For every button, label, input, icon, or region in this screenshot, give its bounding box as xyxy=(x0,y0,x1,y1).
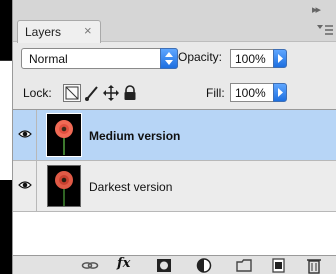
visibility-toggle[interactable] xyxy=(13,161,37,211)
opacity-slider-button[interactable] xyxy=(273,49,287,68)
trash-icon[interactable] xyxy=(305,257,323,274)
lock-position-move-icon[interactable] xyxy=(102,84,120,102)
close-icon[interactable]: × xyxy=(84,23,92,38)
tab-layers[interactable]: Layers × xyxy=(17,20,101,43)
layer-thumbnail[interactable] xyxy=(47,165,81,207)
eye-icon xyxy=(18,130,32,138)
eye-icon xyxy=(18,181,32,189)
link-layers-icon[interactable] xyxy=(81,257,99,274)
adjustment-layer-icon[interactable] xyxy=(195,257,213,274)
lock-label: Lock: xyxy=(23,86,52,100)
layers-panel: ▸▸ Layers × Normal Opacity: 100% Lock: F… xyxy=(12,0,336,274)
document-window-edge xyxy=(0,60,12,180)
add-mask-icon[interactable] xyxy=(155,257,173,274)
collapse-icon[interactable]: ▸▸ xyxy=(312,3,321,16)
lock-all-padlock-icon[interactable] xyxy=(121,84,139,102)
lock-image-brush-icon[interactable] xyxy=(83,84,101,102)
fill-field[interactable]: 100% xyxy=(230,83,274,102)
layer-row[interactable]: Medium version xyxy=(13,110,336,161)
fx-icon[interactable]: fx xyxy=(117,256,135,273)
select-arrows-icon xyxy=(160,48,178,69)
layers-toolbar: fx xyxy=(13,255,336,274)
visibility-toggle[interactable] xyxy=(13,110,37,160)
layer-row[interactable]: Darkest version xyxy=(13,161,336,212)
layer-thumbnail[interactable] xyxy=(47,114,81,156)
blend-mode-select[interactable]: Normal xyxy=(21,48,178,69)
blend-mode-value: Normal xyxy=(29,52,68,66)
layers-list-empty-area xyxy=(13,212,336,256)
layer-name: Medium version xyxy=(89,129,181,143)
panel-tab-bar: ▸▸ Layers × xyxy=(13,0,336,43)
opacity-field[interactable]: 100% xyxy=(230,49,274,68)
new-layer-icon[interactable] xyxy=(269,257,287,274)
layer-name: Darkest version xyxy=(89,180,173,194)
fill-slider-button[interactable] xyxy=(273,83,287,102)
opacity-label: Opacity: xyxy=(178,50,223,64)
new-group-icon[interactable] xyxy=(235,257,253,274)
panel-menu-icon[interactable] xyxy=(316,23,334,37)
tab-label: Layers xyxy=(25,25,62,39)
layers-list: Medium version Darkest version xyxy=(13,109,336,256)
lock-transparency-icon[interactable] xyxy=(63,84,81,102)
fill-label: Fill: xyxy=(206,86,225,100)
